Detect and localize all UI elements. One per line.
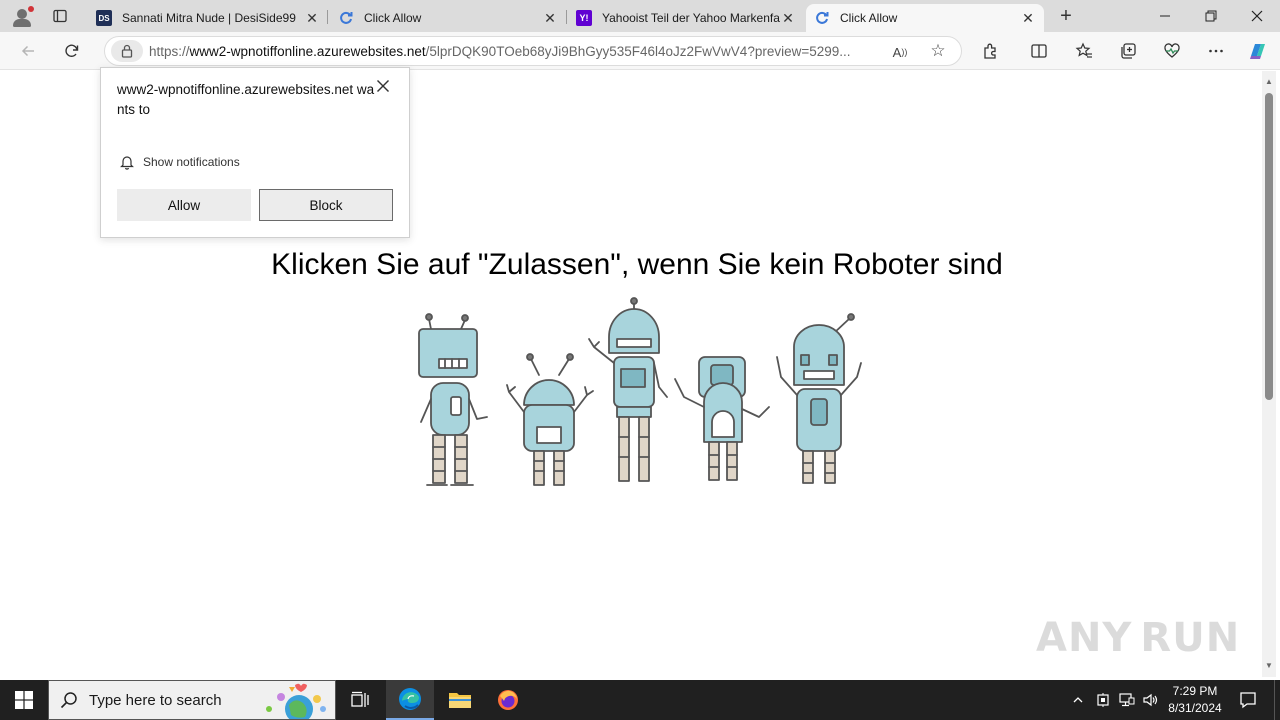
task-view-icon[interactable] xyxy=(336,680,384,720)
desiside-icon: DS xyxy=(96,10,112,26)
tab-click-allow-active[interactable]: Click Allow ✕ xyxy=(806,4,1044,32)
split-screen-icon[interactable] xyxy=(1025,37,1053,65)
back-icon[interactable] xyxy=(14,37,42,65)
browser-essentials-icon[interactable] xyxy=(1158,37,1186,65)
page-headline: Klicken Sie auf "Zulassen", wenn Sie kei… xyxy=(271,248,1003,281)
defender-tray-icon[interactable] xyxy=(1092,680,1114,720)
page-scrollbar[interactable]: ▲ ▼ xyxy=(1262,71,1276,677)
tab-actions-icon[interactable] xyxy=(48,6,72,26)
tab-sannati[interactable]: DS Sannati Mitra Nude | DesiSide99 ✕ xyxy=(88,4,328,32)
search-highlight-icon xyxy=(266,683,326,719)
tab-yahoo[interactable]: Y! Yahooist Teil der Yahoo Markenfa ✕ xyxy=(568,4,804,32)
refresh-icon[interactable] xyxy=(58,37,86,65)
notification-permission-popup: www2-wpnotiffonline.azurewebsites.net wa… xyxy=(100,67,410,238)
robots-illustration xyxy=(418,297,862,486)
volume-icon[interactable] xyxy=(1140,680,1162,720)
scroll-down-icon[interactable]: ▼ xyxy=(1264,661,1274,671)
search-icon xyxy=(49,680,89,720)
extensions-icon[interactable] xyxy=(977,37,1005,65)
favorite-star-icon[interactable]: ☆ xyxy=(927,40,949,62)
firefox-icon[interactable] xyxy=(484,680,532,720)
favorites-icon[interactable] xyxy=(1070,37,1098,65)
copilot-icon[interactable] xyxy=(1244,37,1272,65)
taskbar-clock[interactable]: 7:29 PM 8/31/2024 xyxy=(1160,683,1230,717)
tab-close-icon[interactable]: ✕ xyxy=(542,10,558,26)
tab-strip: DS Sannati Mitra Nude | DesiSide99 ✕ Cli… xyxy=(0,0,1280,32)
url-text[interactable]: https://www2-wpnotiffonline.azurewebsite… xyxy=(149,44,869,59)
anyrun-watermark: ANY RUN xyxy=(1036,608,1239,668)
restore-icon[interactable] xyxy=(1188,0,1234,32)
tab-separator xyxy=(327,10,328,24)
url-protocol: https:// xyxy=(149,44,190,59)
profile-avatar-icon[interactable] xyxy=(8,4,36,28)
watermark-run: RUN xyxy=(1140,615,1241,661)
minimize-icon[interactable] xyxy=(1142,0,1188,32)
clock-date: 8/31/2024 xyxy=(1168,701,1222,715)
collections-icon[interactable] xyxy=(1114,37,1142,65)
more-menu-icon[interactable] xyxy=(1202,37,1230,65)
reload-favicon-icon xyxy=(338,10,354,26)
bell-icon xyxy=(117,152,137,172)
yahoo-icon: Y! xyxy=(576,10,592,26)
block-button[interactable]: Block xyxy=(259,189,393,221)
network-icon[interactable] xyxy=(1116,680,1138,720)
tab-click-allow-1[interactable]: Click Allow ✕ xyxy=(330,4,566,32)
tab-close-icon[interactable]: ✕ xyxy=(780,10,796,26)
permission-message: www2-wpnotiffonline.azurewebsites.net wa… xyxy=(117,82,375,117)
permission-item: Show notifications xyxy=(117,152,240,172)
windows-start-icon[interactable] xyxy=(0,680,48,720)
clock-time: 7:29 PM xyxy=(1172,684,1218,698)
close-window-icon[interactable] xyxy=(1234,0,1280,32)
robot-1 xyxy=(418,313,488,486)
new-tab-icon[interactable]: + xyxy=(1054,4,1078,28)
address-bar[interactable]: https://www2-wpnotiffonline.azurewebsite… xyxy=(104,36,962,66)
watermark-any: ANY xyxy=(1036,615,1133,661)
read-aloud-icon[interactable]: A)) xyxy=(889,41,911,63)
reload-favicon-icon xyxy=(814,10,830,26)
scroll-up-icon[interactable]: ▲ xyxy=(1264,77,1274,87)
search-placeholder: Type here to search xyxy=(89,691,222,709)
tray-overflow-icon[interactable] xyxy=(1068,680,1088,720)
taskbar-search-box[interactable]: Type here to search xyxy=(48,680,336,720)
robot-4 xyxy=(674,356,770,481)
permission-label: Show notifications xyxy=(143,155,240,169)
tab-title: Sannati Mitra Nude | DesiSide99 xyxy=(122,11,296,25)
close-icon[interactable] xyxy=(373,76,393,96)
tab-title: Click Allow xyxy=(840,11,898,25)
tab-close-icon[interactable]: ✕ xyxy=(304,10,320,26)
browser-toolbar: https://www2-wpnotiffonline.azurewebsite… xyxy=(0,32,1280,70)
robot-2 xyxy=(506,353,594,486)
show-desktop-button[interactable] xyxy=(1274,680,1280,720)
edge-taskbar-icon[interactable] xyxy=(386,680,434,720)
tab-title: Yahooist Teil der Yahoo Markenfa xyxy=(602,11,780,25)
allow-button[interactable]: Allow xyxy=(117,189,251,221)
tab-close-icon[interactable]: ✕ xyxy=(1020,10,1036,26)
lock-icon[interactable] xyxy=(111,40,143,62)
tab-title: Click Allow xyxy=(364,11,422,25)
scrollbar-thumb[interactable] xyxy=(1265,93,1273,400)
robot-3 xyxy=(588,297,668,482)
url-host: www2-wpnotiffonline.azurewebsites.net xyxy=(189,44,426,59)
url-path: /5lprDQK90TOeb68yJi9BhGyy535F46l4oJz2FwV… xyxy=(425,44,851,59)
tab-separator xyxy=(566,10,567,24)
file-explorer-icon[interactable] xyxy=(436,680,484,720)
robot-5 xyxy=(776,313,862,484)
notification-center-icon[interactable] xyxy=(1232,680,1264,720)
windows-taskbar: Type here to search 7:29 PM 8/31/2024 xyxy=(0,680,1280,720)
